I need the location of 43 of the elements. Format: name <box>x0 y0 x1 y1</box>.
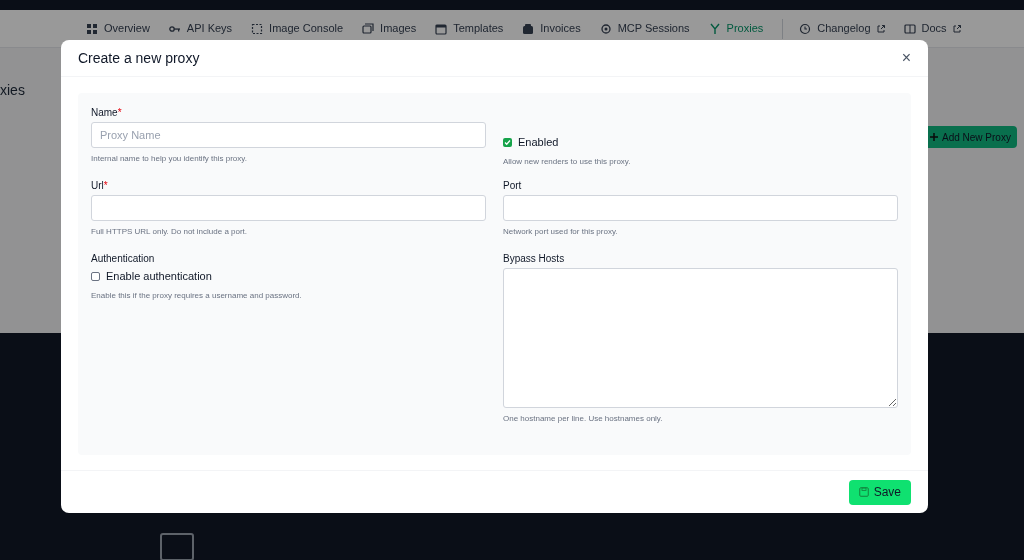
nav-tab[interactable]: Image Console <box>251 9 344 48</box>
help-text: Full HTTPS URL only. Do not include a port. <box>91 226 249 238</box>
help-text: Enable this if the proxy requires a username and password. <box>91 289 303 302</box>
page-title: xies <box>0 81 25 100</box>
checkbox[interactable] <box>91 271 100 281</box>
modal-title: Create a new proxy <box>78 49 200 68</box>
help-text: Network port used for this proxy. <box>503 226 619 238</box>
book-icon <box>903 22 916 35</box>
grid-icon <box>86 22 98 35</box>
field-label: Port <box>503 179 523 192</box>
logo-icon <box>160 533 194 560</box>
external-link-icon <box>876 24 885 33</box>
input-field[interactable]: Proxy Name <box>91 122 486 148</box>
branch-icon <box>708 22 721 35</box>
plus-icon <box>930 133 938 141</box>
dashed-square-icon <box>251 22 264 35</box>
nav-tab[interactable]: Docs <box>903 9 961 48</box>
checkbox-label[interactable]: Enable authentication <box>106 268 212 285</box>
section-heading: Authentication <box>91 252 156 265</box>
input-field[interactable] <box>503 195 898 221</box>
checkbox[interactable] <box>503 137 512 147</box>
nav-tab[interactable]: MCP Sessions <box>599 9 690 48</box>
field-label: Bypass Hosts <box>503 252 566 265</box>
calendar-icon <box>435 22 448 35</box>
field-label: Url* <box>91 179 109 192</box>
help-text: One hostname per line. Use hostnames only. <box>503 413 664 425</box>
field-label: Name* <box>91 106 123 119</box>
text-area[interactable] <box>503 268 898 408</box>
checkbox-label[interactable]: Enabled <box>518 134 559 151</box>
input-field[interactable] <box>91 195 486 221</box>
nav-tab[interactable]: Invoices <box>522 9 581 48</box>
clock-icon <box>799 22 812 35</box>
save-button[interactable]: Save <box>848 479 911 505</box>
close-button[interactable]: × <box>901 50 911 66</box>
nav-tab[interactable]: Templates <box>435 9 504 48</box>
help-text: Internal name to help you identify this proxy. <box>91 153 248 165</box>
nav-tab[interactable]: API Keys <box>168 9 233 48</box>
help-text: Allow new renders to use this proxy. <box>503 155 632 168</box>
nav-tab[interactable]: Overview <box>86 9 150 48</box>
external-link-icon <box>952 24 961 33</box>
nav-tab[interactable]: Images <box>362 9 417 48</box>
nav-tab[interactable]: Changelog <box>782 9 885 48</box>
images-icon <box>362 22 375 35</box>
